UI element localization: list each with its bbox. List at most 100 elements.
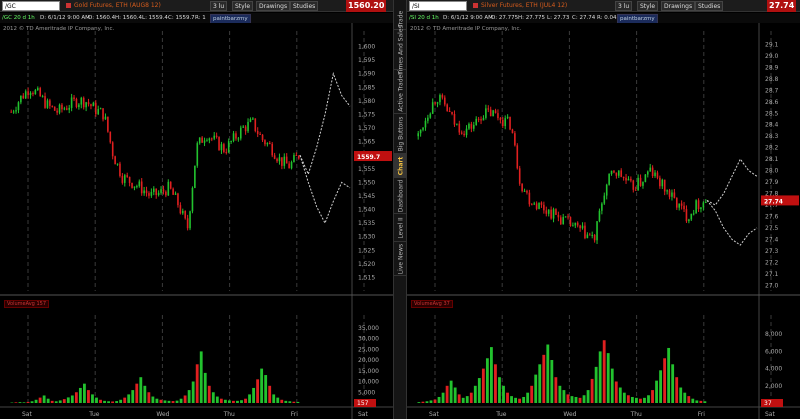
side-tab-times-and-sales[interactable]: Times And Sales (394, 25, 407, 74)
candle (675, 197, 678, 208)
volume-bar (111, 401, 115, 403)
candle (131, 182, 133, 188)
volume-bar (252, 387, 255, 403)
candle (264, 140, 266, 145)
left-interval-button[interactable]: 3 lu (210, 1, 228, 11)
right-chart-canvas[interactable]: Sat Tue Wed Thu Fri Sat 27.0 27.1 27.2 27.3 27.4 27… (407, 23, 800, 419)
candle (46, 100, 49, 108)
candle (12, 111, 15, 113)
x-tick-label: Fri (698, 411, 705, 418)
left-chart-panel: /GC Gold Futures, ETH (AUG8 12) 3 lu Sty… (0, 0, 393, 419)
right-interval-button[interactable]: 3 lu (615, 1, 633, 11)
candle (273, 155, 276, 159)
volume-bar (83, 383, 86, 403)
side-tab-active-trader[interactable]: Active Trader (394, 70, 407, 114)
volume-bar (135, 383, 139, 403)
side-tab-big-buttons[interactable]: Big Buttons (394, 114, 407, 154)
volume-bar (687, 396, 691, 403)
volume-bar (30, 401, 34, 403)
volume-bar (526, 392, 530, 403)
volume-bar (62, 399, 66, 403)
link-icon[interactable] (473, 3, 478, 8)
volume-bar (614, 381, 618, 403)
candle (121, 175, 124, 183)
candle (111, 142, 114, 157)
candle (152, 188, 155, 192)
volume-tick-label: 8,000 (765, 331, 782, 338)
candle (99, 108, 102, 110)
volume-bar (494, 364, 497, 403)
volume-tick-label: 35,000 (358, 325, 379, 332)
volume-bar (498, 377, 501, 403)
candle (232, 133, 235, 142)
y-tick-label: 27.2 (765, 259, 779, 266)
volume-bar (602, 340, 606, 403)
volume-bar (558, 385, 562, 403)
volume-tick-label: 10,000 (358, 379, 379, 386)
volume-bar (433, 399, 437, 403)
right-symbol-input[interactable]: /SI (409, 1, 467, 11)
right-drawings-button[interactable]: Drawings (661, 1, 696, 11)
candle (436, 102, 439, 104)
right-studies-button[interactable]: Studies (695, 1, 724, 11)
candle (283, 156, 286, 166)
volume-bar (215, 396, 219, 403)
candle (63, 108, 66, 110)
candle (550, 209, 552, 219)
volume-bar (514, 397, 517, 403)
candle (535, 203, 538, 209)
side-tab-chart[interactable]: Chart (394, 154, 407, 178)
left-quote-low: L: 1559.4 (142, 15, 168, 21)
left-chart-canvas[interactable]: Sat Tue Wed Thu Fri Sat 1,515 1,520 1,525 1,530 1,… (0, 23, 393, 419)
left-studies-button[interactable]: Studies (290, 1, 319, 11)
right-style-button[interactable]: Style (637, 1, 659, 11)
left-quote-bar: /GC 20 d 1h D: 6/1/12 9:00 AM O: 1560.4 … (0, 13, 393, 24)
volume-bar (211, 392, 215, 403)
volume-tick-label: 5,000 (358, 389, 375, 396)
candle (555, 209, 557, 215)
volume-bar (70, 395, 74, 403)
left-symbol-input[interactable]: /GC (2, 1, 60, 11)
link-icon[interactable] (66, 3, 71, 8)
volume-bar (46, 398, 50, 403)
x-tick-label: Wed (563, 411, 576, 418)
candle (261, 134, 264, 141)
volume-last-tag-label: 37 (764, 400, 772, 407)
volume-bar (534, 374, 538, 403)
volume-bar (119, 399, 123, 403)
candle (632, 180, 635, 190)
candle (102, 108, 104, 120)
candle (203, 140, 206, 143)
candle (649, 167, 652, 172)
y-tick-label: 1,515 (358, 274, 375, 281)
right-volume-value: 37 (443, 301, 450, 307)
candle (218, 137, 220, 151)
side-tab-label: Active Trader (397, 71, 404, 112)
y-tick-label: 29.0 (765, 53, 779, 60)
volume-bar (643, 397, 646, 403)
y-tick-label: 28.2 (765, 145, 779, 152)
candle (49, 100, 51, 106)
candle (94, 102, 97, 115)
volume-bar (155, 398, 159, 403)
candle (97, 109, 100, 115)
volume-bar (207, 385, 211, 403)
candle (547, 209, 550, 214)
volume-bar (139, 377, 143, 403)
y-tick-label: 29.1 (765, 41, 779, 48)
side-tab-live-news[interactable]: Live News (394, 242, 407, 276)
candle (456, 123, 458, 125)
side-tab-dashboard[interactable]: Dashboard (394, 178, 407, 214)
left-drawings-button[interactable]: Drawings (256, 1, 291, 11)
volume-bar (236, 400, 239, 403)
candle (661, 179, 664, 187)
candle (281, 157, 283, 166)
candle (70, 97, 73, 108)
candle (80, 97, 83, 105)
left-style-button[interactable]: Style (232, 1, 254, 11)
candle (552, 209, 555, 219)
candle (700, 207, 702, 210)
side-tab-level-ii[interactable]: Level II (394, 214, 407, 242)
volume-bar (679, 387, 683, 403)
candle (514, 133, 516, 146)
